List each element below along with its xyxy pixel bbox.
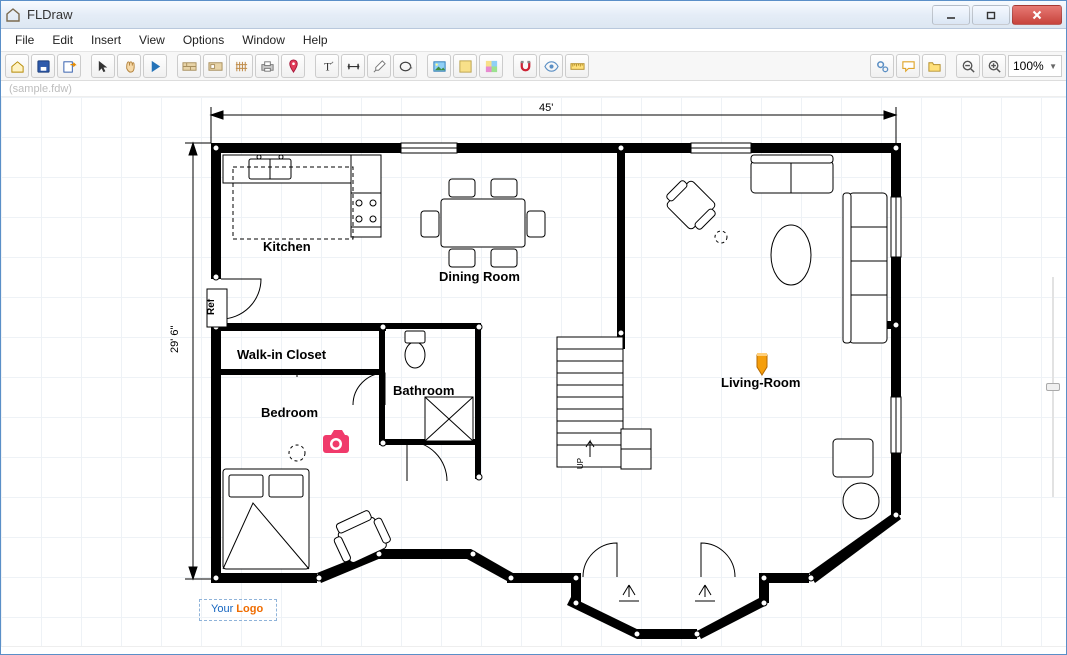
- dim-height-label: 29' 6": [169, 326, 181, 353]
- export-button[interactable]: [57, 54, 81, 78]
- floorplan-drawing: [1, 97, 1066, 646]
- menu-help[interactable]: Help: [295, 31, 336, 49]
- stairs-up-label: UP: [576, 458, 585, 469]
- play-button[interactable]: [143, 54, 167, 78]
- document-filename: (sample.fdw): [1, 81, 1066, 97]
- paint-button[interactable]: [367, 54, 391, 78]
- maximize-button[interactable]: [972, 5, 1010, 25]
- home-button[interactable]: [5, 54, 29, 78]
- dimension-button[interactable]: [341, 54, 365, 78]
- titlebar: FLDraw: [1, 1, 1066, 29]
- logo-text: Your Logo: [211, 603, 263, 615]
- room-bath: Bathroom: [393, 383, 454, 398]
- room-ref: Ref: [206, 299, 217, 315]
- zoom-level-select[interactable]: 100% ▼: [1008, 55, 1062, 77]
- canvas-area[interactable]: 45' 29' 6" Kitchen Dining Room Living-Ro…: [1, 97, 1066, 646]
- preview-button[interactable]: [539, 54, 563, 78]
- folder-button[interactable]: [922, 54, 946, 78]
- location-pin-icon: [757, 353, 767, 375]
- room-bedroom: Bedroom: [261, 405, 318, 420]
- print-button[interactable]: [255, 54, 279, 78]
- dim-width-label: 45': [539, 102, 553, 114]
- door-button[interactable]: [203, 54, 227, 78]
- pin-button[interactable]: [281, 54, 305, 78]
- menubar: File Edit Insert View Options Window Hel…: [1, 29, 1066, 51]
- window-title: FLDraw: [27, 7, 930, 22]
- image-button[interactable]: [427, 54, 451, 78]
- menu-insert[interactable]: Insert: [83, 31, 129, 49]
- menu-options[interactable]: Options: [175, 31, 232, 49]
- select-button[interactable]: [91, 54, 115, 78]
- menu-window[interactable]: Window: [234, 31, 293, 49]
- pan-button[interactable]: [117, 54, 141, 78]
- snap-button[interactable]: [513, 54, 537, 78]
- close-button[interactable]: [1012, 5, 1062, 25]
- room-kitchen: Kitchen: [263, 239, 311, 254]
- room-closet: Walk-in Closet: [237, 347, 326, 362]
- wall-button[interactable]: [177, 54, 201, 78]
- settings-button[interactable]: [870, 54, 894, 78]
- color-picker-button[interactable]: [479, 54, 503, 78]
- zoom-out-button[interactable]: [956, 54, 980, 78]
- color-swatch-button[interactable]: [453, 54, 477, 78]
- zoom-level-value: 100%: [1013, 59, 1044, 73]
- room-dining: Dining Room: [439, 269, 520, 284]
- toolbar: T 100% ▼: [1, 51, 1066, 81]
- dropdown-icon: ▼: [1049, 62, 1057, 71]
- camera-marker-icon: [323, 430, 349, 453]
- room-living: Living-Room: [721, 375, 800, 390]
- zoom-in-button[interactable]: [982, 54, 1006, 78]
- fence-button[interactable]: [229, 54, 253, 78]
- ruler-button[interactable]: [565, 54, 589, 78]
- save-button[interactable]: [31, 54, 55, 78]
- menu-edit[interactable]: Edit: [44, 31, 81, 49]
- app-icon: [5, 7, 21, 23]
- circle-button[interactable]: [393, 54, 417, 78]
- statusbar: [1, 646, 1066, 654]
- vertical-zoom-slider[interactable]: [1046, 277, 1060, 497]
- menu-view[interactable]: View: [131, 31, 173, 49]
- text-button[interactable]: T: [315, 54, 339, 78]
- svg-text:T: T: [324, 61, 331, 73]
- comment-button[interactable]: [896, 54, 920, 78]
- minimize-button[interactable]: [932, 5, 970, 25]
- menu-file[interactable]: File: [7, 31, 42, 49]
